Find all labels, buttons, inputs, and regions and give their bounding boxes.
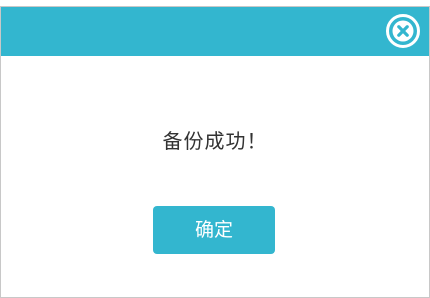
dialog-titlebar (1, 7, 429, 56)
close-icon (386, 14, 420, 48)
close-button[interactable] (385, 13, 421, 49)
backup-success-dialog: 备份成功！ 确定 (0, 6, 430, 298)
success-message: 备份成功！ (162, 129, 268, 153)
confirm-button[interactable]: 确定 (153, 206, 275, 254)
